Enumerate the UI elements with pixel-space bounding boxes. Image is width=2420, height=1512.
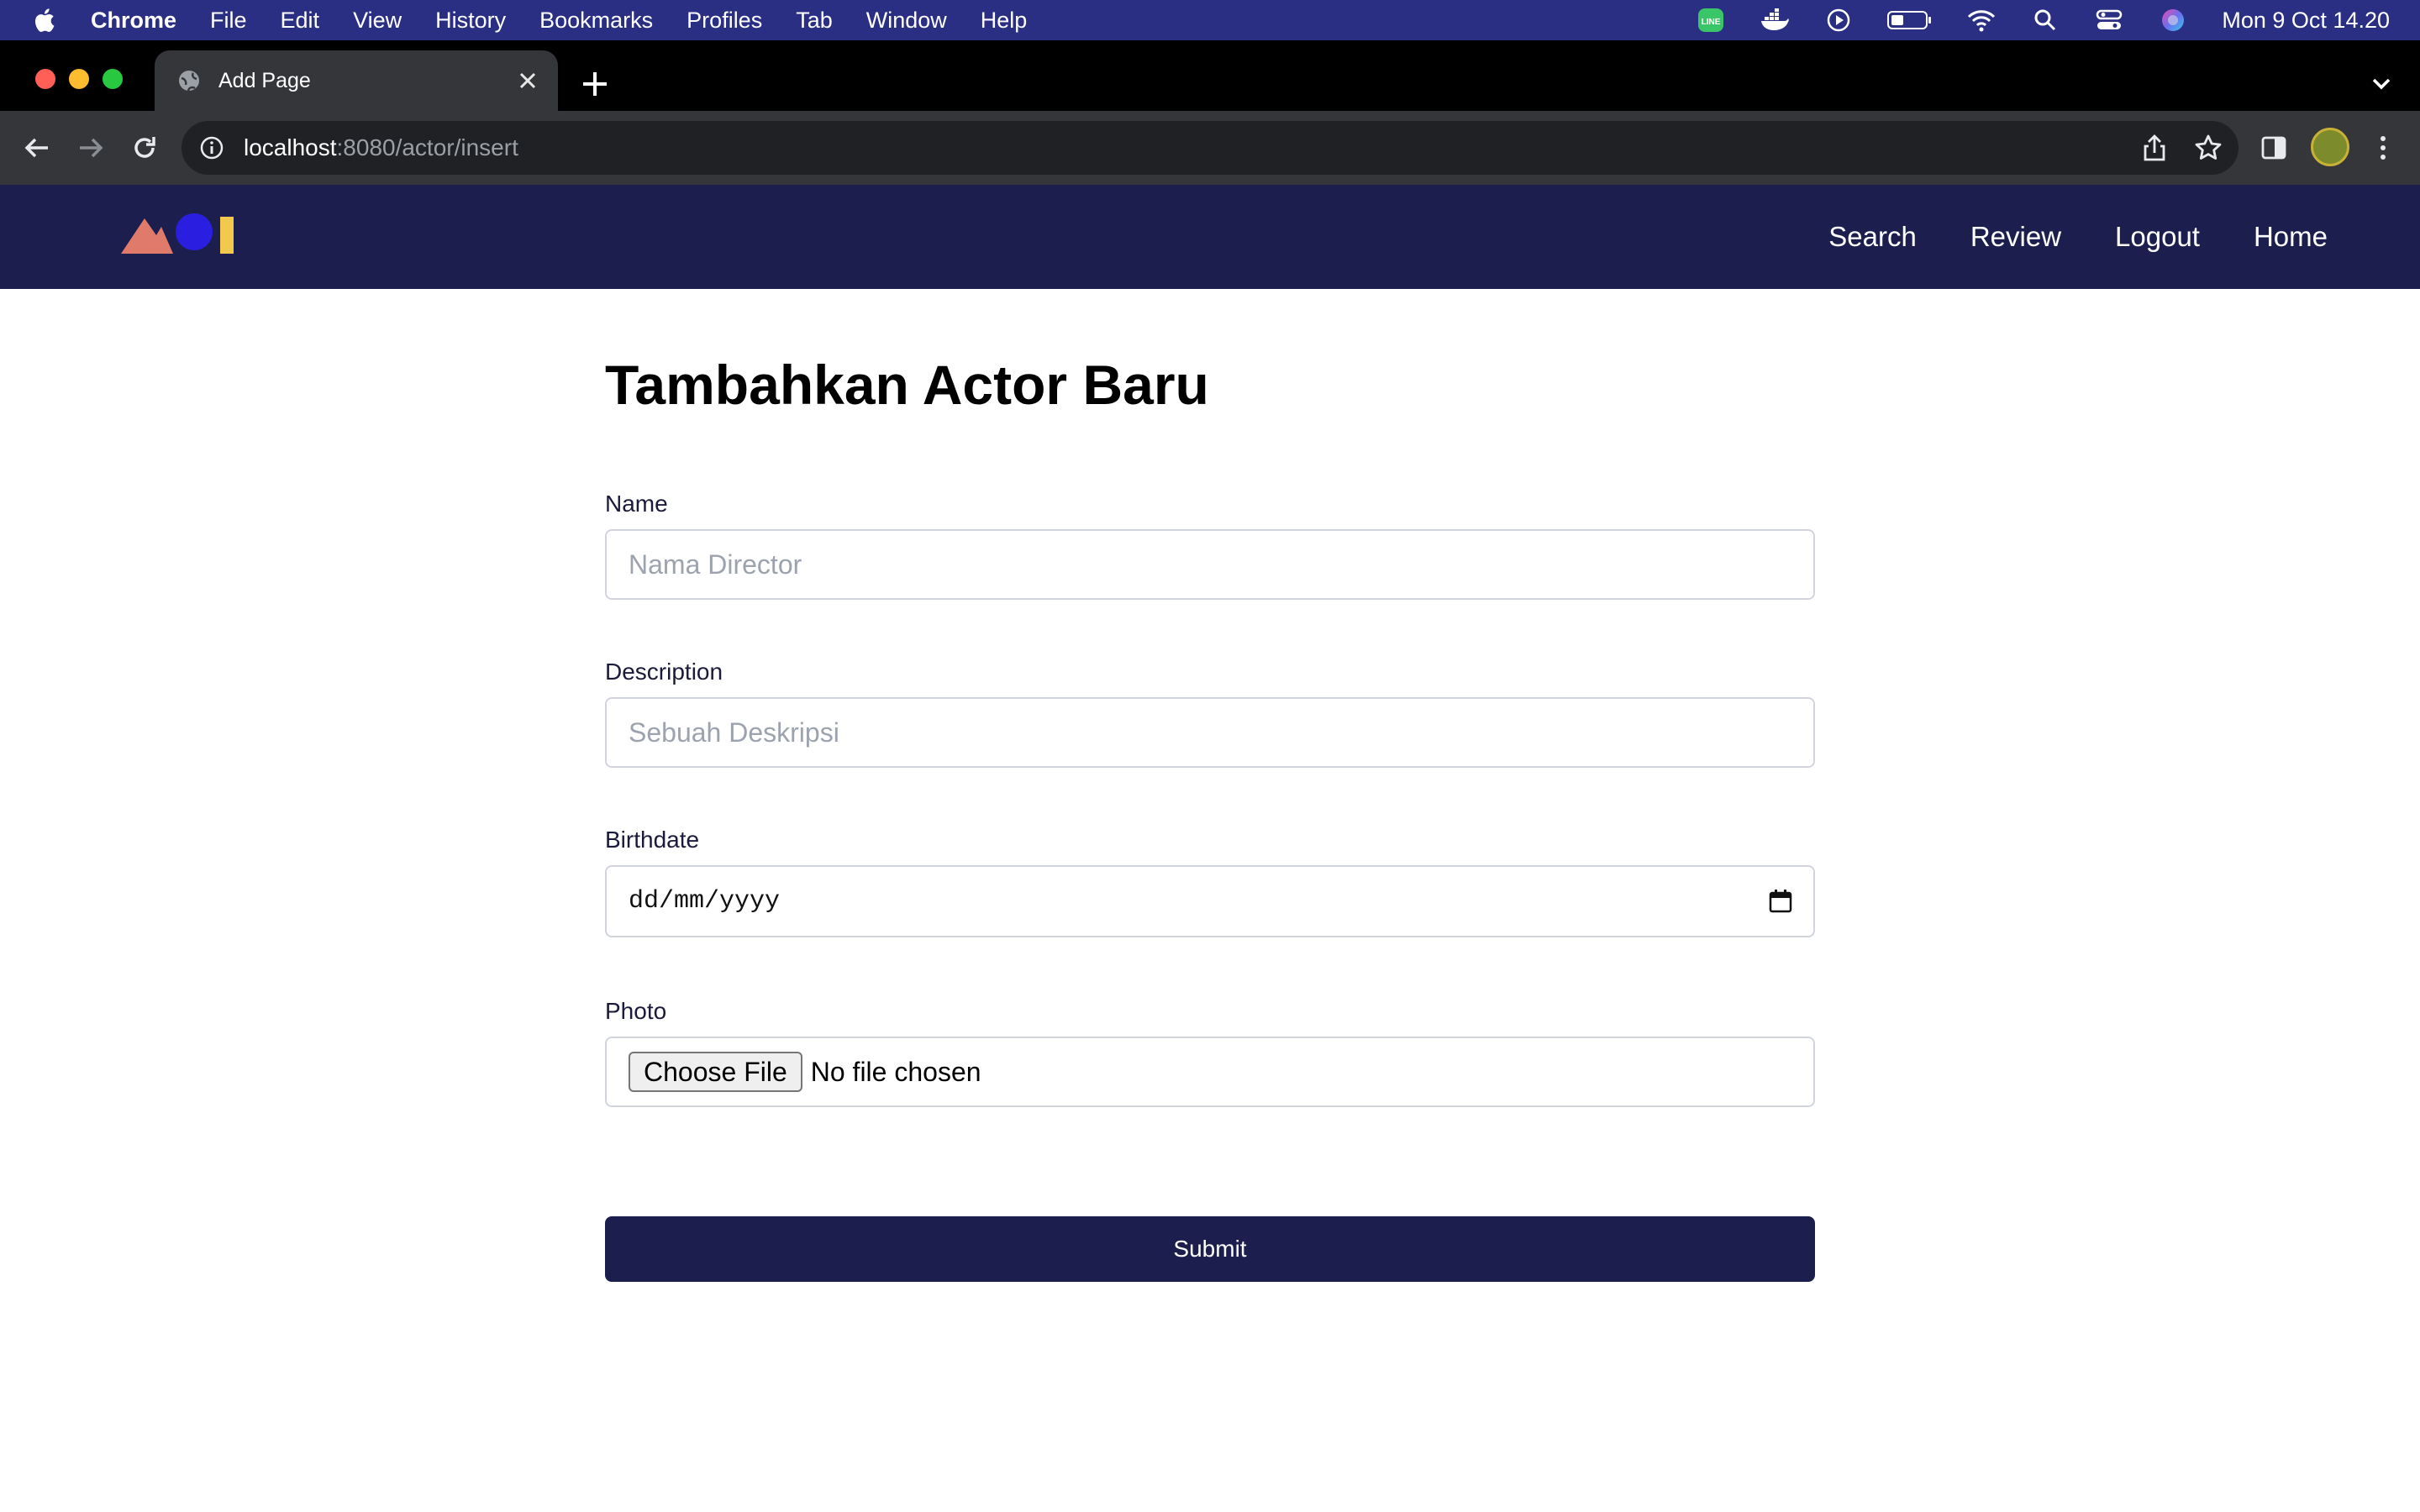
nav-link-review[interactable]: Review xyxy=(1970,221,2061,253)
browser-tab-active[interactable]: Add Page xyxy=(155,50,558,111)
tab-close-icon[interactable] xyxy=(511,64,544,97)
logo-circle xyxy=(176,213,213,250)
side-panel-icon[interactable] xyxy=(2257,131,2291,165)
docker-icon[interactable] xyxy=(1760,8,1790,33)
new-tab-button[interactable] xyxy=(576,66,613,102)
birthdate-label: Birthdate xyxy=(605,827,700,853)
menu-tab[interactable]: Tab xyxy=(796,8,833,34)
birthdate-value[interactable]: dd/mm/yyyy xyxy=(629,887,780,916)
profile-avatar[interactable] xyxy=(2311,128,2349,166)
control-center-icon[interactable] xyxy=(2094,8,2124,33)
bookmark-star-icon[interactable] xyxy=(2191,131,2225,165)
back-arrow-icon[interactable] xyxy=(18,129,55,166)
forward-arrow-icon[interactable] xyxy=(72,129,109,166)
photo-label: Photo xyxy=(605,998,667,1024)
window-maximize-button[interactable] xyxy=(103,69,123,89)
logo-bar xyxy=(220,217,234,254)
share-icon[interactable] xyxy=(2138,131,2171,165)
nav-link-search[interactable]: Search xyxy=(1828,221,1917,253)
file-status-text: No file chosen xyxy=(810,1056,981,1087)
globe-icon xyxy=(179,71,199,92)
menu-window[interactable]: Window xyxy=(866,8,947,34)
wifi-icon[interactable] xyxy=(1966,8,1996,33)
choose-file-button[interactable]: Choose File xyxy=(629,1052,802,1092)
siri-icon[interactable] xyxy=(2158,8,2188,33)
photo-file-field[interactable]: Choose File No file chosen xyxy=(605,1037,1815,1107)
menu-bar-clock[interactable]: Mon 9 Oct 14.20 xyxy=(2222,8,2390,34)
address-bar[interactable]: localhost:8080/actor/insert xyxy=(182,121,2238,175)
birthdate-input[interactable]: dd/mm/yyyy xyxy=(605,865,1815,937)
site-logo[interactable] xyxy=(121,213,239,254)
window-minimize-button[interactable] xyxy=(69,69,89,89)
svg-text:LINE: LINE xyxy=(1702,18,1721,27)
name-input[interactable] xyxy=(629,549,1813,580)
menu-help[interactable]: Help xyxy=(981,8,1028,34)
logo-triangle xyxy=(121,218,173,254)
line-icon[interactable]: LINE xyxy=(1696,8,1726,33)
nav-link-logout[interactable]: Logout xyxy=(2115,221,2200,253)
description-field[interactable] xyxy=(605,697,1815,768)
site-nav-links: Search Review Logout Home xyxy=(1775,185,2328,289)
macos-menu-bar: Chrome File Edit View History Bookmarks … xyxy=(0,0,2420,40)
description-input[interactable] xyxy=(629,717,1813,748)
menu-bookmarks[interactable]: Bookmarks xyxy=(539,8,653,34)
window-close-button[interactable] xyxy=(35,69,55,89)
menu-bar-status-area: LINE Mon 9 Oct 14.20 xyxy=(1696,0,2420,40)
menu-chrome[interactable]: Chrome xyxy=(91,8,176,34)
url-path: :8080/actor/insert xyxy=(336,134,518,160)
menu-history[interactable]: History xyxy=(435,8,506,34)
submit-button[interactable]: Submit xyxy=(605,1216,1815,1282)
calendar-icon[interactable] xyxy=(1768,889,1793,914)
name-label: Name xyxy=(605,491,668,517)
spotlight-search-icon[interactable] xyxy=(2030,8,2060,33)
reload-icon[interactable] xyxy=(126,129,163,166)
menu-file[interactable]: File xyxy=(210,8,247,34)
site-info-icon[interactable] xyxy=(198,134,225,161)
page-title: Tambahkan Actor Baru xyxy=(605,354,1209,416)
battery-icon[interactable] xyxy=(1887,8,1933,33)
tab-search-chevron-icon[interactable] xyxy=(2366,69,2396,99)
more-menu-icon[interactable] xyxy=(2366,131,2400,165)
tab-title: Add Page xyxy=(218,68,311,92)
menu-edit[interactable]: Edit xyxy=(281,8,320,34)
description-label: Description xyxy=(605,659,723,685)
url-host: localhost xyxy=(244,134,337,160)
play-icon[interactable] xyxy=(1823,8,1854,33)
name-field[interactable] xyxy=(605,529,1815,600)
nav-link-home[interactable]: Home xyxy=(2254,221,2328,253)
menu-profiles[interactable]: Profiles xyxy=(687,8,762,34)
menu-view[interactable]: View xyxy=(353,8,402,34)
apple-icon[interactable] xyxy=(32,7,55,34)
